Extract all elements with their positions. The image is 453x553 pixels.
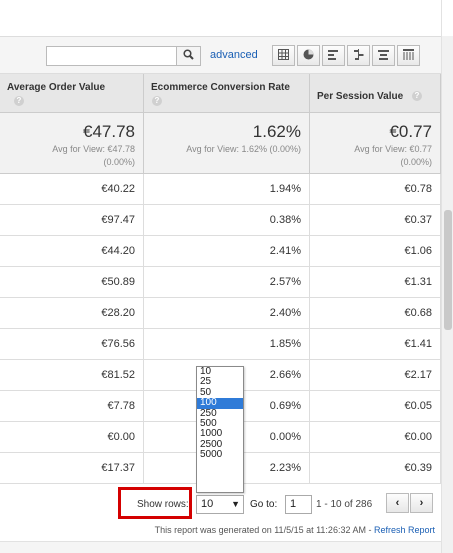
column-header-ecommerce-conversion-rate[interactable]: Ecommerce Conversion Rate ? <box>144 74 310 113</box>
conversion-rate-cell: 2.57% <box>144 267 310 297</box>
search-input[interactable] <box>47 47 177 65</box>
previous-page-button[interactable]: ‹ <box>386 493 409 513</box>
conversion-rate-cell: 0.38% <box>144 205 310 235</box>
bottom-strip <box>0 541 441 553</box>
per-session-value-cell: €0.39 <box>310 453 441 483</box>
table-view-icon <box>278 48 289 63</box>
search-box <box>46 46 201 66</box>
per-session-value-cell: €0.37 <box>310 205 441 235</box>
per-session-value-cell: €1.31 <box>310 267 441 297</box>
average-order-value-cell: €76.56 <box>0 329 144 359</box>
table-row: €44.20 2.41% €1.06 <box>0 236 441 267</box>
top-blank-area <box>0 0 441 36</box>
conversion-rate-cell: 1.85% <box>144 329 310 359</box>
summary-total: €0.77 <box>389 122 432 141</box>
page-range: 1 - 10 of 286 <box>316 499 373 510</box>
summary-total: €47.78 <box>83 122 135 141</box>
per-session-value-cell: €1.41 <box>310 329 441 359</box>
vertical-scrollbar[interactable] <box>441 0 453 553</box>
column-header-per-session-value[interactable]: Per Session Value ? <box>310 74 441 113</box>
dropdown-arrow-icon: ▼ <box>231 499 240 509</box>
column-header-label: Ecommerce Conversion Rate <box>151 82 290 93</box>
rows-per-page-value: 10 <box>201 498 214 510</box>
average-order-value-cell: €81.52 <box>0 360 144 390</box>
table-row: €97.47 0.38% €0.37 <box>0 205 441 236</box>
per-session-value-cell: €0.00 <box>310 422 441 452</box>
average-order-value-cell: €0.00 <box>0 422 144 452</box>
search-button[interactable] <box>176 47 200 65</box>
report-generated-text: This report was generated on 11/5/15 at … <box>154 525 374 535</box>
term-cloud-view-button[interactable] <box>372 45 395 66</box>
help-icon[interactable]: ? <box>412 91 422 101</box>
average-order-value-cell: €50.89 <box>0 267 144 297</box>
help-icon[interactable]: ? <box>152 96 162 106</box>
table-view-button[interactable] <box>272 45 295 66</box>
column-header-label: Per Session Value <box>317 91 404 102</box>
table-row: €50.89 2.57% €1.31 <box>0 267 441 298</box>
summary-avg: Avg for View: 1.62% (0.00%) <box>186 144 301 154</box>
summary-cell: 1.62% Avg for View: 1.62% (0.00%) <box>144 113 310 174</box>
pivot-view-icon <box>403 48 414 63</box>
refresh-report-link[interactable]: Refresh Report <box>374 525 435 535</box>
per-session-value-cell: €1.06 <box>310 236 441 266</box>
view-switcher <box>272 45 422 66</box>
scrollbar-thumb[interactable] <box>444 210 452 330</box>
performance-view-icon <box>328 49 339 63</box>
average-order-value-cell: €7.78 <box>0 391 144 421</box>
summary-cell: €0.77 Avg for View: €0.77 (0.00%) <box>310 113 441 174</box>
dropdown-option[interactable]: 5000 <box>197 449 243 460</box>
conversion-rate-cell: 1.94% <box>144 174 310 204</box>
comparison-view-button[interactable] <box>347 45 370 66</box>
average-order-value-cell: €40.22 <box>0 174 144 204</box>
performance-view-button[interactable] <box>322 45 345 66</box>
pie-view-icon <box>303 49 314 63</box>
help-icon[interactable]: ? <box>14 96 24 106</box>
show-rows-label: Show rows: <box>137 499 189 510</box>
column-header-average-order-value[interactable]: Average Order Value ? <box>0 74 144 113</box>
pie-view-button[interactable] <box>297 45 320 66</box>
comparison-view-icon <box>353 48 364 63</box>
table-row: €76.56 1.85% €1.41 <box>0 329 441 360</box>
conversion-rate-cell: 2.40% <box>144 298 310 328</box>
rows-per-page-dropdown[interactable]: 10 25 50 100 250 500 1000 2500 5000 <box>196 366 244 493</box>
term-cloud-view-icon <box>378 49 389 63</box>
table-toolbar: advanced <box>0 36 441 74</box>
per-session-value-cell: €2.17 <box>310 360 441 390</box>
conversion-rate-cell: 2.41% <box>144 236 310 266</box>
per-session-value-cell: €0.68 <box>310 298 441 328</box>
search-icon <box>183 49 194 63</box>
table-row: €28.20 2.40% €0.68 <box>0 298 441 329</box>
report-footer: This report was generated on 11/5/15 at … <box>0 520 441 540</box>
average-order-value-cell: €17.37 <box>0 453 144 483</box>
column-header-label: Average Order Value <box>7 82 106 93</box>
summary-pct: (0.00%) <box>103 157 135 167</box>
summary-avg: Avg for View: €47.78 <box>52 144 135 154</box>
average-order-value-cell: €28.20 <box>0 298 144 328</box>
table-row: €40.22 1.94% €0.78 <box>0 174 441 205</box>
per-session-value-cell: €0.78 <box>310 174 441 204</box>
dropdown-option-highlighted[interactable]: 100 <box>197 397 243 409</box>
average-order-value-cell: €97.47 <box>0 205 144 235</box>
summary-total: 1.62% <box>252 122 301 141</box>
rows-per-page-select[interactable]: 10 ▼ <box>196 495 244 514</box>
scrollbar-top-cap <box>442 0 453 36</box>
summary-avg: Avg for View: €0.77 <box>354 144 432 154</box>
goto-page-input[interactable]: 1 <box>285 495 312 514</box>
advanced-filter-link[interactable]: advanced <box>210 49 258 61</box>
goto-label: Go to: <box>250 499 278 510</box>
summary-pct: (0.00%) <box>400 157 432 167</box>
next-page-button[interactable]: › <box>410 493 433 513</box>
pivot-view-button[interactable] <box>397 45 420 66</box>
average-order-value-cell: €44.20 <box>0 236 144 266</box>
per-session-value-cell: €0.05 <box>310 391 441 421</box>
summary-cell: €47.78 Avg for View: €47.78 (0.00%) <box>0 113 144 174</box>
